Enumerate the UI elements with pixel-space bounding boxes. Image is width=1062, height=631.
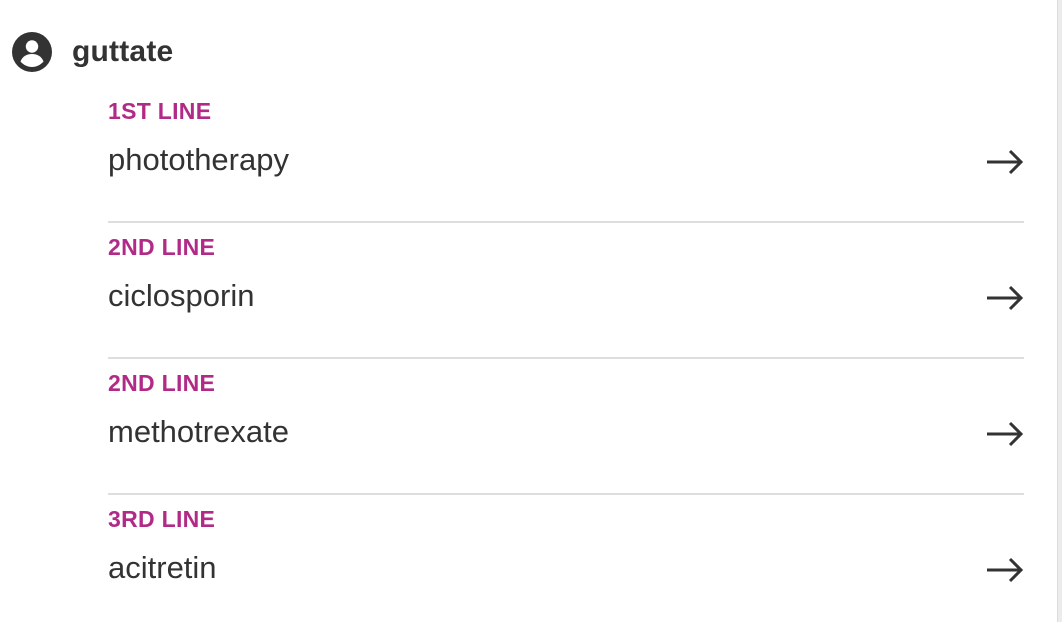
arrow-right-icon[interactable] <box>986 421 1024 447</box>
treatment-item-phototherapy[interactable]: 1ST LINE phototherapy <box>108 87 1024 223</box>
treatment-name: acitretin <box>108 550 217 585</box>
treatment-name: phototherapy <box>108 142 289 177</box>
treatment-item-acitretin[interactable]: 3RD LINE acitretin <box>108 495 1024 631</box>
treatment-line-label: 2ND LINE <box>108 234 216 260</box>
treatment-line-label: 1ST LINE <box>108 98 212 124</box>
treatment-line-label: 2ND LINE <box>108 370 216 396</box>
arrow-right-icon[interactable] <box>986 149 1024 175</box>
account-circle-icon <box>12 32 52 72</box>
treatment-name: methotrexate <box>108 414 289 449</box>
treatment-name: ciclosporin <box>108 278 255 313</box>
treatment-item-ciclosporin[interactable]: 2ND LINE ciclosporin <box>108 223 1024 359</box>
condition-header: guttate <box>12 31 173 73</box>
treatment-line-label: 3RD LINE <box>108 506 216 532</box>
condition-title: guttate <box>72 35 174 68</box>
treatment-item-methotrexate[interactable]: 2ND LINE methotrexate <box>108 359 1024 495</box>
arrow-right-icon[interactable] <box>986 285 1024 311</box>
scrollbar-track[interactable] <box>1057 0 1062 622</box>
arrow-right-icon[interactable] <box>986 557 1024 583</box>
treatment-list: 1ST LINE phototherapy 2ND LINE ciclospor… <box>108 87 1024 631</box>
